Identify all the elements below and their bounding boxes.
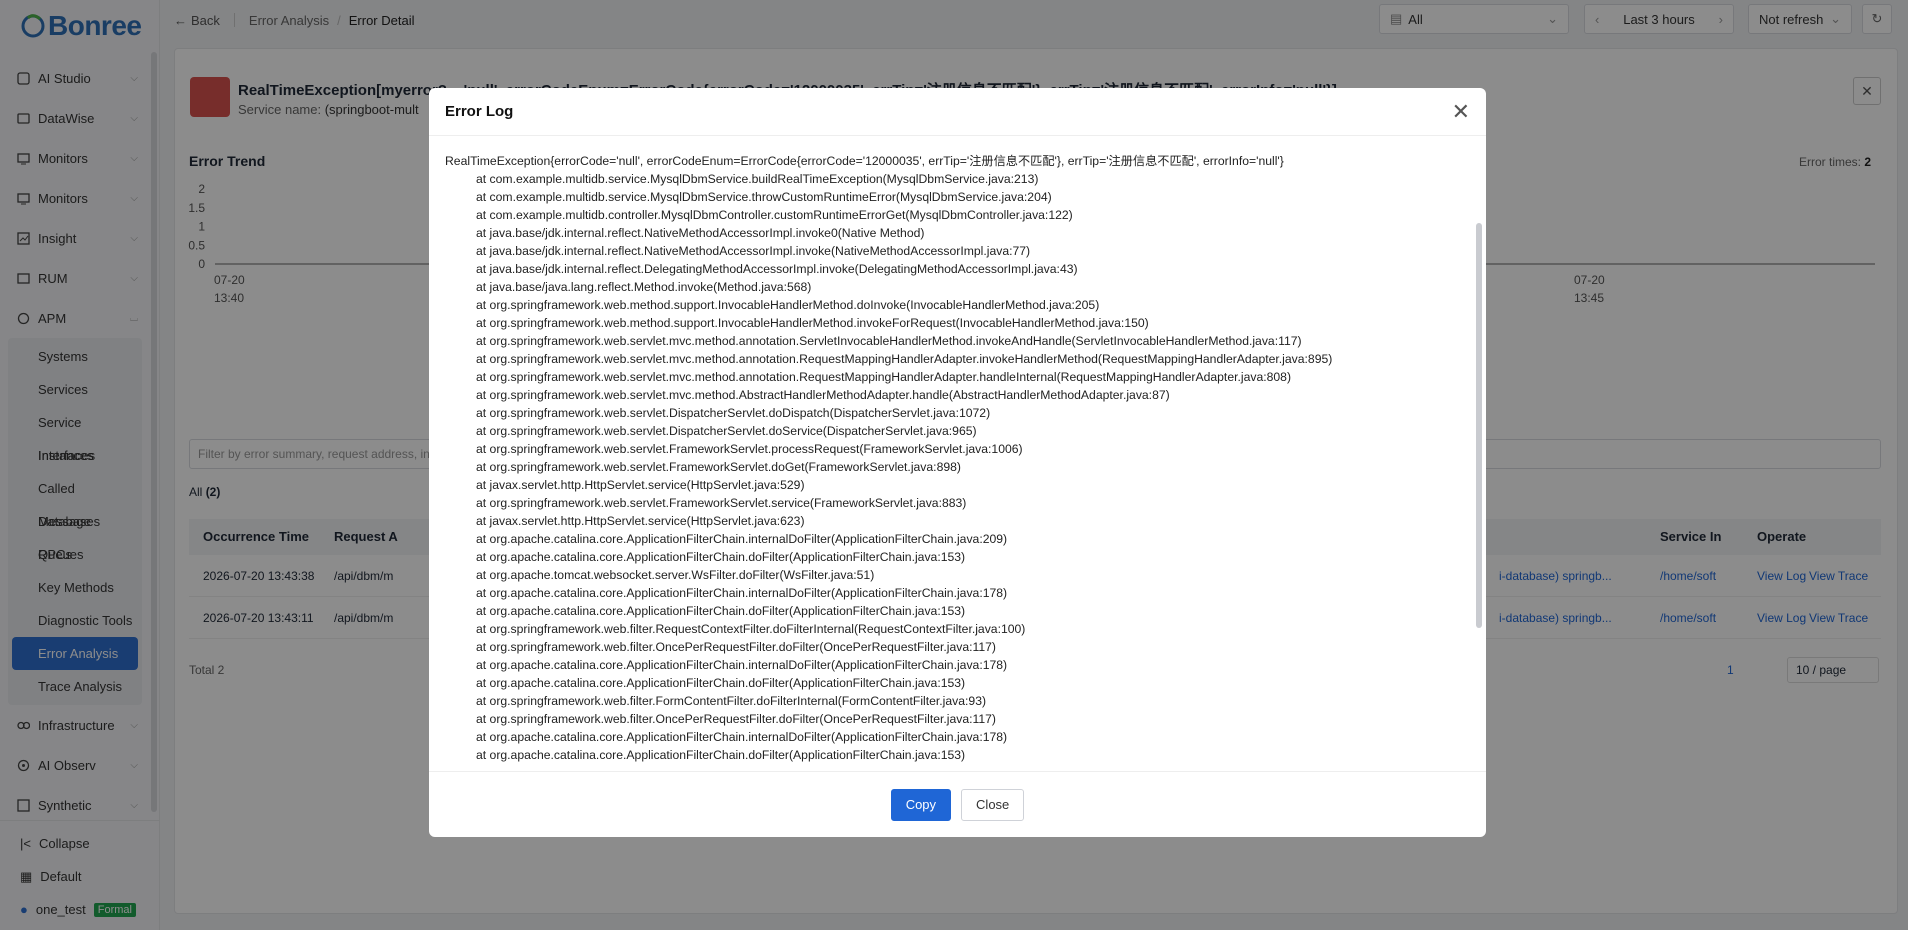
log-line: at java.base/jdk.internal.reflect.Delega… [476,262,1078,276]
log-line: at org.springframework.web.servlet.mvc.m… [476,370,1292,384]
log-line: at org.springframework.web.servlet.Frame… [476,496,967,510]
log-line: at java.base/jdk.internal.reflect.Native… [476,244,1031,258]
log-line: at org.springframework.web.filter.OncePe… [476,712,996,726]
log-line: at org.apache.catalina.core.ApplicationF… [476,532,1008,546]
error-log-dialog: Error Log ✕ RealTimeException{errorCode=… [429,88,1486,837]
log-line: at org.springframework.web.method.suppor… [476,316,1149,330]
log-line: at org.apache.tomcat.websocket.server.Ws… [476,568,875,582]
log-line: at org.apache.catalina.core.ApplicationF… [476,676,966,690]
close-button[interactable]: Close [961,788,1025,821]
dialog-body[interactable]: RealTimeException{errorCode='null', erro… [429,136,1486,766]
log-line: at org.springframework.web.servlet.Dispa… [476,424,977,438]
log-line: at org.springframework.web.servlet.mvc.m… [476,388,1170,402]
log-line: at java.base/jdk.internal.reflect.Native… [476,226,925,240]
log-line: at com.example.multidb.service.MysqlDbmS… [476,172,1039,186]
log-line: at org.springframework.web.servlet.Dispa… [476,406,991,420]
log-line: at org.apache.catalina.core.ApplicationF… [476,586,1008,600]
log-line: at com.example.multidb.controller.MysqlD… [476,208,1073,222]
log-line: at com.example.multidb.service.MysqlDbmS… [476,190,1052,204]
log-line: at org.springframework.web.servlet.mvc.m… [476,334,1302,348]
log-line: at java.base/java.lang.reflect.Method.in… [476,280,812,294]
log-line: at org.apache.catalina.core.ApplicationF… [476,730,1008,744]
log-line: at org.springframework.web.filter.Reques… [476,622,1026,636]
dialog-scrollbar[interactable] [1476,223,1482,628]
dialog-header: Error Log ✕ [429,88,1486,136]
close-icon[interactable]: ✕ [1452,100,1470,123]
log-line: at org.apache.catalina.core.ApplicationF… [476,604,966,618]
log-line: at javax.servlet.http.HttpServlet.servic… [476,478,805,492]
log-line: at org.apache.catalina.core.ApplicationF… [476,550,966,564]
log-line: at org.springframework.web.filter.FormCo… [476,694,987,708]
dialog-footer: Copy Close [429,771,1486,837]
dialog-title: Error Log [445,103,514,120]
log-line: at org.springframework.web.filter.Charac… [445,764,1470,766]
error-log-text: RealTimeException{errorCode='null', erro… [445,152,1470,766]
log-line: at org.apache.catalina.core.ApplicationF… [476,748,966,762]
log-line: at org.springframework.web.filter.OncePe… [476,640,996,654]
copy-button[interactable]: Copy [890,788,952,821]
log-line: RealTimeException{errorCode='null', erro… [445,154,1284,168]
log-line: at org.apache.catalina.core.ApplicationF… [476,658,1008,672]
log-line: at org.springframework.web.servlet.mvc.m… [476,352,1333,366]
log-line: at org.springframework.web.servlet.Frame… [476,460,961,474]
log-line: at org.springframework.web.servlet.Frame… [476,442,1023,456]
log-line: at javax.servlet.http.HttpServlet.servic… [476,514,805,528]
log-line: at org.springframework.web.method.suppor… [476,298,1100,312]
